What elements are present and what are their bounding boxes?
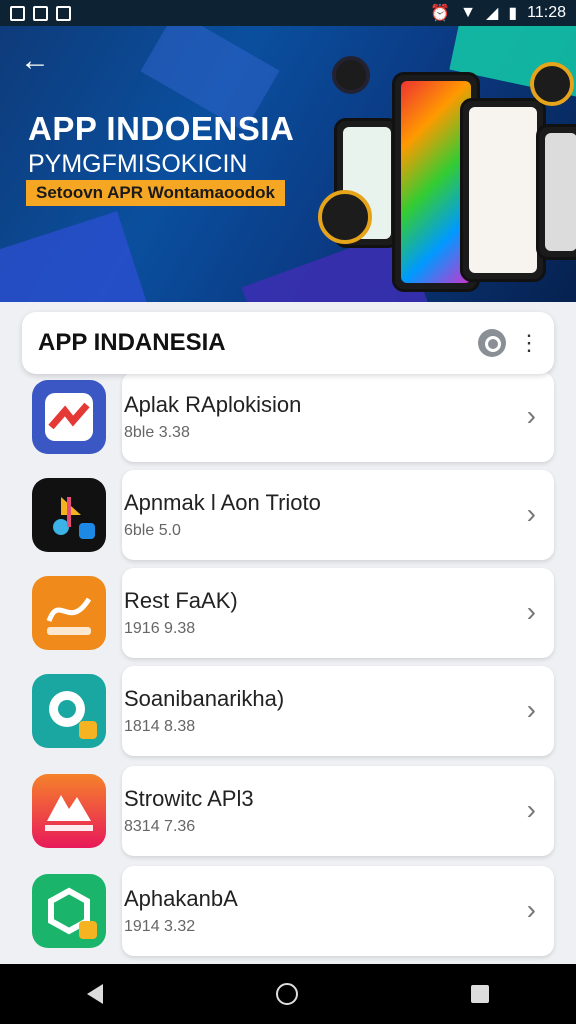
app-meta: 6ble 5.0 <box>124 522 181 539</box>
nav-back-icon[interactable] <box>86 984 103 1004</box>
banner: ← APP INDOENSIA PYMGFMISOKICIN Setoovn A… <box>0 26 576 302</box>
banner-tagline: Setoovn APR Wontamaoodok <box>26 180 285 206</box>
list-item[interactable]: Aplak RAplokision 8ble 3.38 › <box>22 372 554 462</box>
nav-recents-icon[interactable] <box>471 985 490 1003</box>
banner-subtitle: PYMGFMISOKICIN <box>28 150 248 178</box>
list-header: APP INDANESIA ⋮ <box>22 312 554 374</box>
search-icon[interactable] <box>478 329 506 357</box>
coin-icon <box>530 62 574 106</box>
app-name: Apnmak l Aon Trioto <box>124 490 321 515</box>
music-note-icon <box>32 478 106 552</box>
chevron-right-icon: › <box>526 894 536 925</box>
chevron-right-icon: › <box>526 498 536 529</box>
wifi-icon: ▼ <box>460 4 477 21</box>
app-name: AphakanbA <box>124 886 238 911</box>
alarm-icon: ⏰ <box>430 5 451 22</box>
list-item[interactable]: Soanibanarikha) 1814 8.38 › <box>22 666 554 756</box>
image-icon <box>33 5 48 21</box>
app-meta: 1814 8.38 <box>124 718 196 735</box>
app-name: Rest FaAK) <box>124 588 238 613</box>
back-arrow-icon[interactable]: ← <box>20 46 56 82</box>
coin-icon <box>318 190 372 244</box>
phone-illustration <box>460 98 546 282</box>
phone-illustration <box>536 124 576 260</box>
list-item[interactable]: Rest FaAK) 1916 9.38 › <box>22 568 554 658</box>
battery-icon: ▮ <box>508 5 518 22</box>
avatar-icon <box>332 56 370 94</box>
mountain-logo-icon <box>32 774 106 848</box>
app-meta: 1914 3.32 <box>124 918 196 935</box>
signal-icon: ◢ <box>486 5 499 22</box>
chevron-right-icon: › <box>526 596 536 627</box>
clock: 11:28 <box>527 4 566 21</box>
chevron-right-icon: › <box>526 400 536 431</box>
nav-home-icon[interactable] <box>275 983 298 1005</box>
app-meta: 8ble 3.38 <box>124 424 190 441</box>
system-nav-bar <box>0 964 576 1024</box>
banner-title: APP INDOENSIA <box>28 110 295 147</box>
app-meta: 1916 9.38 <box>124 620 196 637</box>
app-name: Soanibanarikha) <box>124 686 285 711</box>
app-name: Strowitc APl3 <box>124 786 254 811</box>
check-icon <box>56 5 71 21</box>
chevron-right-icon: › <box>526 694 536 725</box>
orange-logo-icon <box>32 576 106 650</box>
app-meta: 8314 7.36 <box>124 818 196 835</box>
chat-bubble-icon <box>32 674 106 748</box>
app-name: Aplak RAplokision <box>124 392 302 417</box>
list-item[interactable]: Strowitc APl3 8314 7.36 › <box>22 766 554 856</box>
more-vert-icon[interactable]: ⋮ <box>518 332 540 354</box>
list-item[interactable]: Apnmak l Aon Trioto 6ble 5.0 › <box>22 470 554 560</box>
gallery-icon <box>10 5 25 21</box>
page-title: APP INDANESIA <box>38 329 226 356</box>
red-chart-icon <box>32 380 106 454</box>
hex-logo-icon <box>32 874 106 948</box>
chevron-right-icon: › <box>526 794 536 825</box>
list-item[interactable]: AphakanbA 1914 3.32 › <box>22 866 554 956</box>
status-bar: ⏰ ▼ ◢ ▮ 11:28 <box>0 0 576 26</box>
